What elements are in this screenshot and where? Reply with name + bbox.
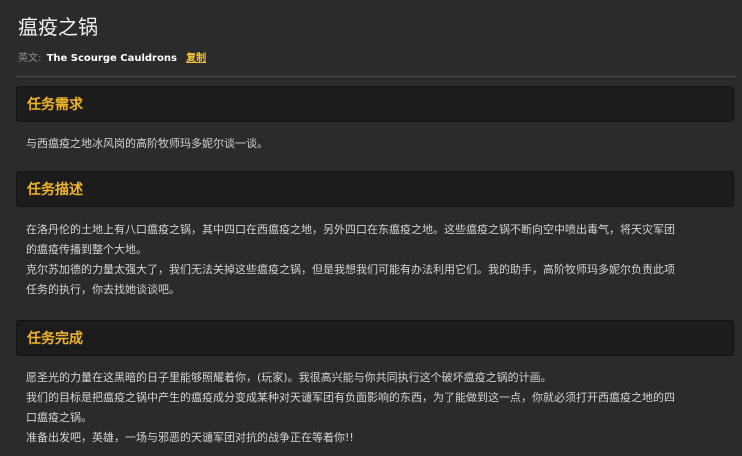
section-title-description: 任务描述	[27, 182, 83, 198]
section-header-completion: 任务完成	[16, 320, 734, 356]
section-header-requirements: 任务需求	[16, 86, 734, 122]
text-line: 的瘟疫传播到整个大地。	[26, 243, 147, 256]
title-divider	[16, 76, 736, 77]
requirements-text: 与西瘟疫之地冰风岗的高阶牧师玛多妮尔谈一谈。	[26, 134, 726, 154]
text-line: 与西瘟疫之地冰风岗的高阶牧师玛多妮尔谈一谈。	[26, 137, 268, 150]
text-line: 克尔苏加德的力量太强大了，我们无法关掉这些瘟疫之锅，但是我想我们可能有办法利用它…	[26, 263, 675, 276]
text-line: 准备出发吧，英雄，一场与邪恶的天谴军团对抗的战争正在等着你!!	[26, 431, 354, 444]
completion-text: 愿圣光的力量在这黑暗的日子里能够照耀着你，(玩家)。我很高兴能与你共同执行这个破…	[26, 368, 726, 448]
text-line: 愿圣光的力量在这黑暗的日子里能够照耀着你，(玩家)。我很高兴能与你共同执行这个破…	[26, 371, 552, 384]
section-title-completion: 任务完成	[27, 331, 83, 347]
section-header-description: 任务描述	[16, 171, 734, 207]
english-label: 英文:	[18, 53, 42, 64]
english-name-row: 英文: The Scourge Cauldrons 复制	[18, 52, 206, 66]
english-name: The Scourge Cauldrons	[46, 53, 177, 64]
section-title-requirements: 任务需求	[27, 97, 83, 113]
text-line: 口瘟疫之锅。	[26, 411, 92, 424]
text-line: 任务的执行，你去找她谈谈吧。	[26, 283, 180, 296]
text-line: 我们的目标是把瘟疫之锅中产生的瘟疫成分变成某种对天谴军团有负面影响的东西，为了能…	[26, 391, 675, 404]
description-text: 在洛丹伦的土地上有八口瘟疫之锅，其中四口在西瘟疫之地，另外四口在东瘟疫之地。这些…	[26, 220, 726, 300]
page-title: 瘟疫之锅	[18, 15, 98, 39]
copy-link[interactable]: 复制	[186, 53, 206, 64]
text-line: 在洛丹伦的土地上有八口瘟疫之锅，其中四口在西瘟疫之地，另外四口在东瘟疫之地。这些…	[26, 223, 675, 236]
